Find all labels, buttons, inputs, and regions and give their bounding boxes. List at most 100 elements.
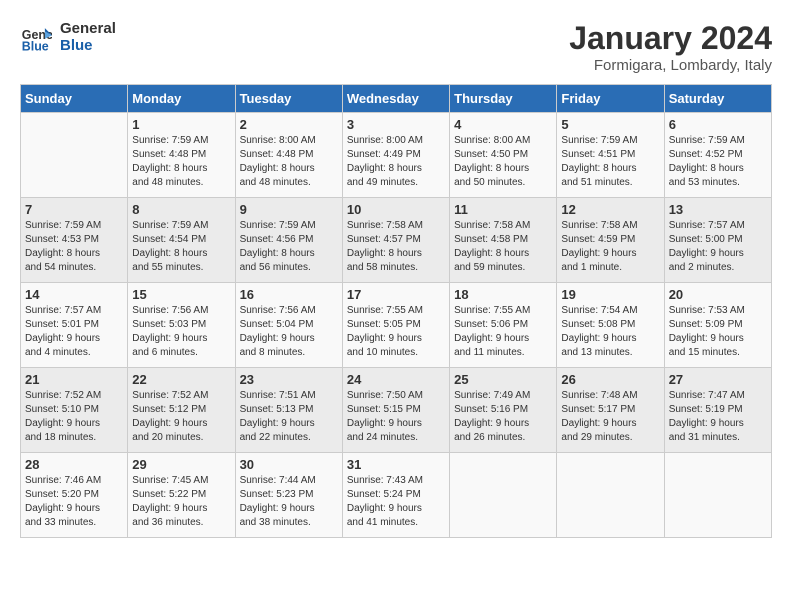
logo-icon: General Blue — [20, 21, 52, 53]
cell-w4-d1: 21Sunrise: 7:52 AM Sunset: 5:10 PM Dayli… — [21, 368, 128, 453]
day-info: Sunrise: 7:55 AM Sunset: 5:06 PM Dayligh… — [454, 304, 552, 360]
cell-w5-d2: 29Sunrise: 7:45 AM Sunset: 5:22 PM Dayli… — [128, 453, 235, 538]
day-info: Sunrise: 7:47 AM Sunset: 5:19 PM Dayligh… — [669, 389, 767, 445]
cell-w3-d6: 19 Sunrise: 7:54 AM Sunset: 5:08 PM Dayli… — [557, 283, 664, 368]
cell-w1-d4: 3 Sunrise: 8:00 AM Sunset: 4:49 PM Daylig… — [342, 113, 449, 198]
day-info: Sunrise: 8:00 AM Sunset: 4:49 PM Dayligh… — [347, 134, 445, 190]
day-number: 16 — [240, 287, 338, 302]
day-info: Sunrise: 7:44 AM Sunset: 5:23 PM Dayligh… — [240, 474, 338, 530]
cell-w2-d2: 8 Sunrise: 7:59 AM Sunset: 4:54 PM Daylig… — [128, 198, 235, 283]
cell-w2-d7: 13 Sunrise: 7:57 AM Sunset: 5:00 PM Dayli… — [664, 198, 771, 283]
day-info: Sunrise: 7:51 AM Sunset: 5:13 PM Dayligh… — [240, 389, 338, 445]
day-info: Sunrise: 8:00 AM Sunset: 4:50 PM Dayligh… — [454, 134, 552, 190]
day-info: Sunrise: 7:58 AM Sunset: 4:57 PM Dayligh… — [347, 219, 445, 275]
day-info: Sunrise: 7:58 AM Sunset: 4:59 PM Dayligh… — [561, 219, 659, 275]
calendar-table: SundayMondayTuesdayWednesdayThursdayFrid… — [20, 84, 772, 538]
cell-w4-d2: 22Sunrise: 7:52 AM Sunset: 5:12 PM Dayli… — [128, 368, 235, 453]
day-info: Sunrise: 7:59 AM Sunset: 4:52 PM Dayligh… — [669, 134, 767, 190]
week-row-1: 1 Sunrise: 7:59 AM Sunset: 4:48 PM Daylig… — [21, 113, 772, 198]
day-number: 10 — [347, 202, 445, 217]
cell-w4-d5: 25 Sunrise: 7:49 AM Sunset: 5:16 PM Dayli… — [450, 368, 557, 453]
day-number: 12 — [561, 202, 659, 217]
month-title: January 2024 — [569, 20, 772, 57]
week-row-2: 7 Sunrise: 7:59 AM Sunset: 4:53 PM Daylig… — [21, 198, 772, 283]
day-number: 18 — [454, 287, 552, 302]
cell-w5-d5 — [450, 453, 557, 538]
cell-w5-d3: 30 Sunrise: 7:44 AM Sunset: 5:23 PM Dayli… — [235, 453, 342, 538]
day-info: Sunrise: 7:59 AM Sunset: 4:56 PM Dayligh… — [240, 219, 338, 275]
col-header-sunday: Sunday — [21, 85, 128, 113]
header-row: SundayMondayTuesdayWednesdayThursdayFrid… — [21, 85, 772, 113]
day-number: 26 — [561, 372, 659, 387]
day-number: 24 — [347, 372, 445, 387]
day-number: 27 — [669, 372, 767, 387]
day-info: Sunrise: 7:59 AM Sunset: 4:54 PM Dayligh… — [132, 219, 230, 275]
day-info: Sunrise: 8:00 AM Sunset: 4:48 PM Dayligh… — [240, 134, 338, 190]
week-row-5: 28 Sunrise: 7:46 AM Sunset: 5:20 PM Dayli… — [21, 453, 772, 538]
day-number: 6 — [669, 117, 767, 132]
cell-w1-d2: 1 Sunrise: 7:59 AM Sunset: 4:48 PM Daylig… — [128, 113, 235, 198]
day-number: 1 — [132, 117, 230, 132]
day-number: 19 — [561, 287, 659, 302]
col-header-tuesday: Tuesday — [235, 85, 342, 113]
day-number: 28 — [25, 457, 123, 472]
day-number: 17 — [347, 287, 445, 302]
col-header-wednesday: Wednesday — [342, 85, 449, 113]
logo: General Blue General Blue — [20, 20, 116, 54]
week-row-4: 21Sunrise: 7:52 AM Sunset: 5:10 PM Dayli… — [21, 368, 772, 453]
cell-w3-d1: 14Sunrise: 7:57 AM Sunset: 5:01 PM Dayli… — [21, 283, 128, 368]
day-info: Sunrise: 7:43 AM Sunset: 5:24 PM Dayligh… — [347, 474, 445, 530]
day-info: Sunrise: 7:59 AM Sunset: 4:48 PM Dayligh… — [132, 134, 230, 190]
day-number: 11 — [454, 202, 552, 217]
cell-w4-d4: 24 Sunrise: 7:50 AM Sunset: 5:15 PM Dayli… — [342, 368, 449, 453]
day-info: Sunrise: 7:46 AM Sunset: 5:20 PM Dayligh… — [25, 474, 123, 530]
cell-w1-d6: 5Sunrise: 7:59 AM Sunset: 4:51 PM Daylig… — [557, 113, 664, 198]
page-header: General Blue General Blue January 2024 F… — [20, 20, 772, 74]
week-row-3: 14Sunrise: 7:57 AM Sunset: 5:01 PM Dayli… — [21, 283, 772, 368]
cell-w1-d5: 4 Sunrise: 8:00 AM Sunset: 4:50 PM Daylig… — [450, 113, 557, 198]
day-info: Sunrise: 7:55 AM Sunset: 5:05 PM Dayligh… — [347, 304, 445, 360]
day-number: 4 — [454, 117, 552, 132]
day-number: 13 — [669, 202, 767, 217]
svg-text:Blue: Blue — [22, 39, 49, 53]
cell-w4-d7: 27 Sunrise: 7:47 AM Sunset: 5:19 PM Dayli… — [664, 368, 771, 453]
day-number: 31 — [347, 457, 445, 472]
cell-w1-d3: 2 Sunrise: 8:00 AM Sunset: 4:48 PM Daylig… — [235, 113, 342, 198]
day-number: 3 — [347, 117, 445, 132]
cell-w5-d1: 28 Sunrise: 7:46 AM Sunset: 5:20 PM Dayli… — [21, 453, 128, 538]
cell-w1-d7: 6 Sunrise: 7:59 AM Sunset: 4:52 PM Daylig… — [664, 113, 771, 198]
col-header-thursday: Thursday — [450, 85, 557, 113]
cell-w3-d2: 15 Sunrise: 7:56 AM Sunset: 5:03 PM Dayli… — [128, 283, 235, 368]
day-number: 21 — [25, 372, 123, 387]
cell-w4-d6: 26 Sunrise: 7:48 AM Sunset: 5:17 PM Dayli… — [557, 368, 664, 453]
col-header-saturday: Saturday — [664, 85, 771, 113]
cell-w3-d3: 16 Sunrise: 7:56 AM Sunset: 5:04 PM Dayli… — [235, 283, 342, 368]
cell-w2-d5: 11 Sunrise: 7:58 AM Sunset: 4:58 PM Dayli… — [450, 198, 557, 283]
day-info: Sunrise: 7:53 AM Sunset: 5:09 PM Dayligh… — [669, 304, 767, 360]
day-number: 8 — [132, 202, 230, 217]
cell-w2-d3: 9 Sunrise: 7:59 AM Sunset: 4:56 PM Daylig… — [235, 198, 342, 283]
day-info: Sunrise: 7:50 AM Sunset: 5:15 PM Dayligh… — [347, 389, 445, 445]
cell-w1-d1 — [21, 113, 128, 198]
day-number: 30 — [240, 457, 338, 472]
day-number: 7 — [25, 202, 123, 217]
day-number: 14 — [25, 287, 123, 302]
day-info: Sunrise: 7:59 AM Sunset: 4:53 PM Dayligh… — [25, 219, 123, 275]
title-block: January 2024 Formigara, Lombardy, Italy — [569, 20, 772, 74]
day-number: 25 — [454, 372, 552, 387]
cell-w5-d4: 31 Sunrise: 7:43 AM Sunset: 5:24 PM Dayli… — [342, 453, 449, 538]
day-number: 15 — [132, 287, 230, 302]
day-info: Sunrise: 7:54 AM Sunset: 5:08 PM Dayligh… — [561, 304, 659, 360]
day-info: Sunrise: 7:58 AM Sunset: 4:58 PM Dayligh… — [454, 219, 552, 275]
day-number: 9 — [240, 202, 338, 217]
day-info: Sunrise: 7:57 AM Sunset: 5:00 PM Dayligh… — [669, 219, 767, 275]
day-info: Sunrise: 7:49 AM Sunset: 5:16 PM Dayligh… — [454, 389, 552, 445]
day-number: 2 — [240, 117, 338, 132]
cell-w2-d6: 12 Sunrise: 7:58 AM Sunset: 4:59 PM Dayli… — [557, 198, 664, 283]
day-info: Sunrise: 7:56 AM Sunset: 5:03 PM Dayligh… — [132, 304, 230, 360]
day-info: Sunrise: 7:48 AM Sunset: 5:17 PM Dayligh… — [561, 389, 659, 445]
day-info: Sunrise: 7:56 AM Sunset: 5:04 PM Dayligh… — [240, 304, 338, 360]
logo-blue: Blue — [60, 37, 116, 54]
location-subtitle: Formigara, Lombardy, Italy — [569, 57, 772, 74]
cell-w2-d1: 7 Sunrise: 7:59 AM Sunset: 4:53 PM Daylig… — [21, 198, 128, 283]
